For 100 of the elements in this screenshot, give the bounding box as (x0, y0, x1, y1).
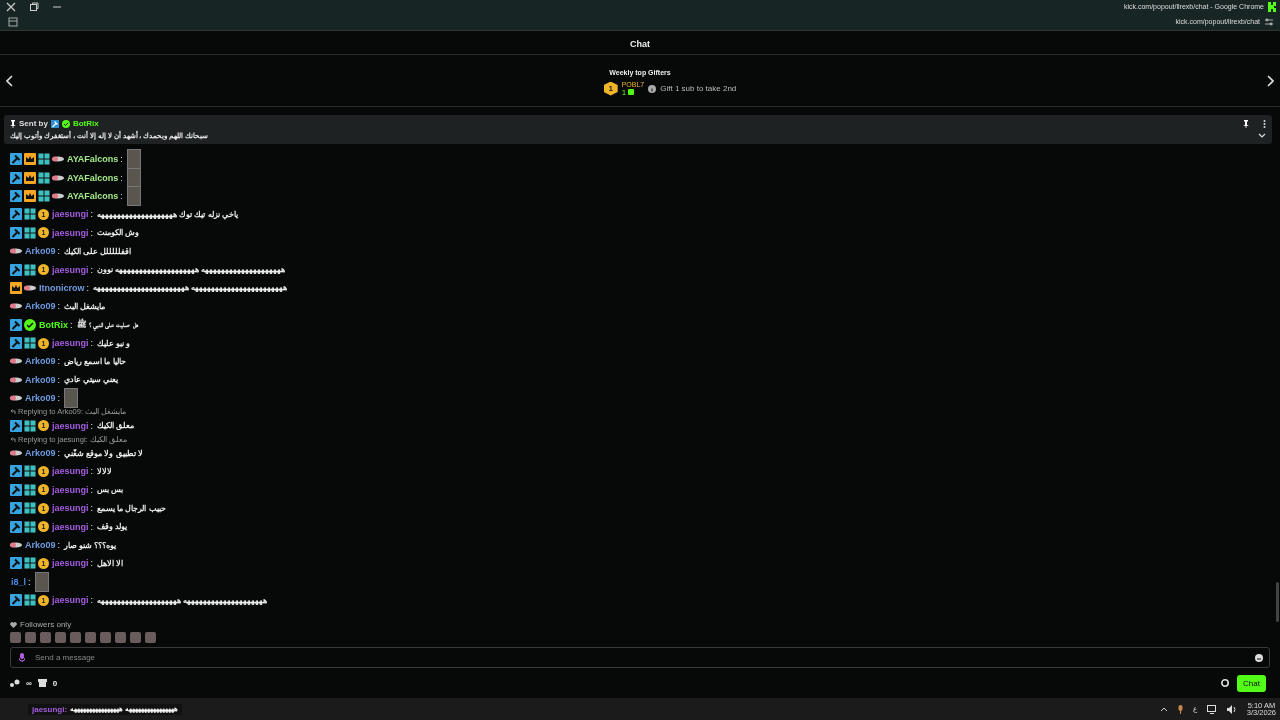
chevron-right-icon (1266, 74, 1274, 87)
username[interactable]: jaesungi (52, 595, 89, 606)
store-count: 0 (52, 678, 58, 688)
pinned-author[interactable]: BotRix (72, 119, 99, 128)
username[interactable]: Arko09 (25, 374, 56, 385)
username[interactable]: i8_l (11, 576, 26, 587)
microphone-icon (1177, 704, 1183, 714)
moderator-badge-icon (10, 337, 22, 350)
message-text: يعني سيتي عادي (64, 375, 119, 385)
chevron-down-icon (1258, 133, 1266, 139)
username[interactable]: jaesungi (52, 338, 89, 349)
username[interactable]: jaesungi (52, 466, 89, 477)
sent-by-label: Sent by (19, 119, 48, 128)
og-badge-icon (24, 557, 36, 570)
moderator-badge-icon (10, 189, 22, 202)
username[interactable]: jaesungi (52, 521, 89, 532)
username[interactable]: Arko09 (25, 301, 56, 312)
og-badge-icon (24, 208, 36, 221)
chevron-left-icon (6, 74, 14, 87)
username[interactable]: jaesungi (52, 558, 89, 569)
app-icon (8, 16, 18, 27)
emote-button[interactable] (115, 632, 126, 643)
chevron-up-icon (1159, 706, 1168, 712)
colon-text: : (70, 319, 73, 330)
username[interactable]: Arko09 (25, 246, 56, 257)
moderator-badge-icon (10, 483, 22, 496)
settings-icon (1221, 679, 1230, 687)
colon-text: : (57, 393, 61, 404)
message-text: لالالا (97, 466, 113, 476)
username[interactable]: jaesungi (52, 227, 89, 238)
message-text: اقفلللللل على الكيك (64, 246, 132, 256)
overlay-username: jaesungi: (32, 704, 68, 714)
points-balance: ∞ (26, 678, 32, 688)
og-badge-icon (38, 189, 50, 202)
colon-text: : (90, 484, 94, 495)
colon-text: : (90, 227, 94, 238)
username[interactable]: Arko09 (25, 356, 56, 367)
username[interactable]: Arko09 (25, 448, 56, 459)
message-text: ههههههههههههههههههههه ههههههههههههههههههههه نوون (97, 265, 286, 275)
username[interactable]: jaesungi (52, 264, 89, 275)
emote-image (126, 186, 141, 206)
moderator-badge-icon (10, 465, 22, 478)
username[interactable]: jaesungi (52, 209, 89, 220)
chat-send-button[interactable]: Chat (1237, 674, 1266, 692)
username[interactable]: Arko09 (25, 393, 56, 404)
message-text: مايشغل البث (64, 301, 106, 311)
message-text: ياخي نزله تيك توك هههههههههههههههههههه (97, 209, 238, 219)
message-text: و نبو عليك (97, 338, 131, 348)
emote-button[interactable] (145, 632, 156, 643)
colon-text: : (90, 264, 94, 275)
username[interactable]: BotRix (39, 319, 68, 330)
colon-text: : (120, 154, 123, 165)
username[interactable]: AYAFalcons (67, 154, 119, 165)
emote-button[interactable] (130, 632, 141, 643)
colon-text: : (90, 209, 94, 220)
colon-text: : (90, 466, 94, 477)
emote-button[interactable] (70, 632, 81, 643)
og-badge-icon (24, 465, 36, 478)
microphone-icon (19, 653, 25, 662)
moderator-badge-icon (10, 263, 22, 276)
tune-icon (1264, 16, 1274, 27)
emote-button[interactable] (85, 632, 96, 643)
colon-text: : (57, 374, 61, 385)
og-badge-icon (24, 483, 36, 496)
username[interactable]: AYAFalcons (67, 172, 119, 183)
moderator-badge-icon (10, 594, 22, 607)
username[interactable]: jaesungi (52, 503, 89, 514)
message-text: هل صليت على النبي ؟ ﷺ (76, 318, 138, 331)
emote-button[interactable] (100, 632, 111, 643)
colon-text: : (57, 246, 61, 257)
emote-button[interactable] (40, 632, 51, 643)
emote-button[interactable] (25, 632, 36, 643)
colon-text: : (90, 503, 94, 514)
username[interactable]: jaesungi (52, 484, 89, 495)
message-text: معلق الكيك (97, 421, 135, 431)
username[interactable]: jaesungi (52, 420, 89, 431)
verified-badge-icon (24, 318, 36, 331)
points-icon (10, 678, 20, 688)
colon-text: : (90, 521, 94, 532)
emote-button[interactable] (55, 632, 66, 643)
emote-image (126, 149, 141, 170)
kick-logo-icon (1268, 1, 1276, 12)
settings-button[interactable] (1219, 677, 1232, 689)
message-input[interactable]: Send a message (10, 647, 1270, 668)
username[interactable]: Itnonicrow (39, 282, 85, 293)
message-text: الا الاهل (97, 558, 124, 568)
scrollbar[interactable] (1276, 582, 1279, 622)
username[interactable]: Arko09 (25, 540, 56, 550)
crown-badge-icon (24, 171, 36, 184)
colon-text: : (57, 356, 61, 367)
og-badge-icon (38, 153, 50, 166)
reply-arrow-icon (10, 409, 16, 415)
username[interactable]: AYAFalcons (67, 190, 119, 201)
colon-text: : (90, 595, 94, 606)
moderator-badge-icon (10, 520, 22, 533)
emoji-icon (1255, 654, 1263, 662)
crown-badge-icon (10, 281, 22, 294)
moderator-badge-icon (10, 419, 22, 432)
og-badge-icon (24, 263, 36, 276)
emote-button[interactable] (10, 632, 21, 643)
